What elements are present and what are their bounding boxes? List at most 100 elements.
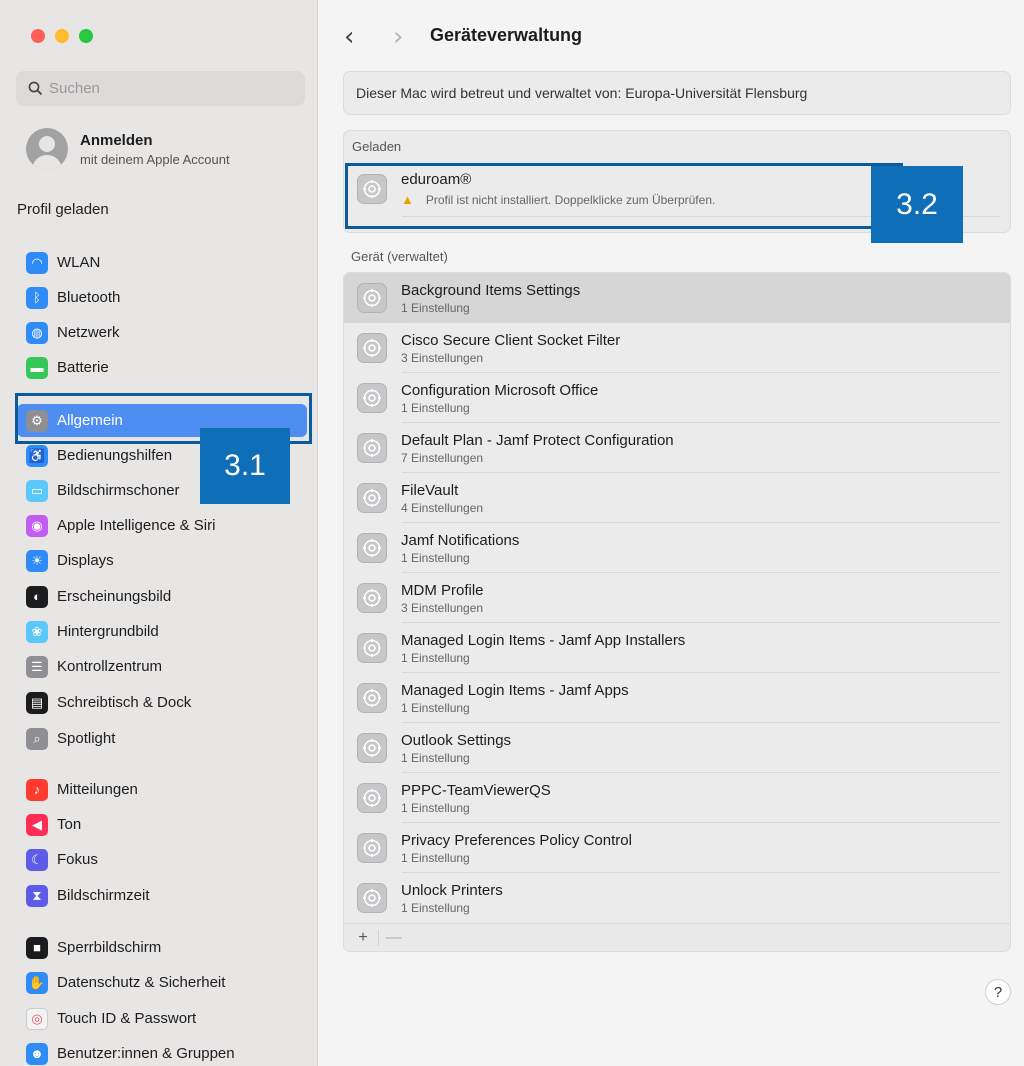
profile-row[interactable]: Managed Login Items - Jamf App Installer…: [344, 623, 1010, 673]
sidebar-item-label: Batterie: [57, 359, 109, 376]
profile-row[interactable]: Privacy Preferences Policy Control 1 Eins…: [344, 823, 1010, 873]
profile-name: Background Items Settings: [401, 281, 581, 299]
profile-row[interactable]: Outlook Settings 1 Einstellung: [344, 723, 1010, 773]
forward-button[interactable]: ›: [393, 22, 403, 52]
sidebar-item-label: Benutzer:innen & Gruppen: [57, 1045, 235, 1062]
profile-name: MDM Profile: [401, 581, 484, 599]
sidebar-item-label: Erscheinungsbild: [57, 588, 172, 605]
annotation-label-3-2: 3.2: [871, 166, 963, 243]
sidebar-item-fokus[interactable]: ☾ Fokus: [17, 843, 307, 876]
sidebar-item-label: Bildschirmzeit: [57, 887, 150, 904]
sidebar-item-label: Displays: [57, 552, 114, 569]
sidebar-item-kontrollzentrum[interactable]: ☰ Kontrollzentrum: [17, 650, 307, 683]
sidebar-item-displays[interactable]: ☀ Displays: [17, 544, 307, 577]
sidebar-item-label: Datenschutz & Sicherheit: [57, 974, 226, 991]
sidebar-item-label: Sperrbildschirm: [57, 939, 162, 956]
toggles-icon: ☰: [26, 655, 48, 678]
profile-name: Configuration Microsoft Office: [401, 381, 599, 399]
search-field[interactable]: [16, 71, 305, 106]
profile-gear-icon: [357, 283, 387, 313]
profile-settings-count: 1 Einstellung: [401, 400, 470, 415]
sidebar-item-label: Touch ID & Passwort: [57, 1010, 197, 1027]
remove-profile-button[interactable]: —: [383, 929, 405, 947]
minimize-window-button[interactable]: [55, 29, 69, 43]
sidebar-item-datenschutz-sicherheit[interactable]: ✋ Datenschutz & Sicherheit: [17, 966, 307, 999]
bell-icon: ♪: [26, 778, 48, 801]
profile-gear-icon: [357, 533, 387, 563]
profile-settings-count: 1 Einstellung: [401, 900, 470, 915]
profile-row[interactable]: Managed Login Items - Jamf Apps 1 Einstel…: [344, 673, 1010, 723]
profile-settings-count: 3 Einstellungen: [401, 600, 484, 615]
profile-loaded-label: Profil geladen: [17, 201, 109, 218]
sidebar-item-batterie[interactable]: ▬ Batterie: [17, 351, 307, 384]
close-window-button[interactable]: [31, 29, 45, 43]
profile-gear-icon: [357, 883, 387, 913]
profile-row[interactable]: Default Plan - Jamf Protect Configuratio…: [344, 423, 1010, 473]
profile-name: PPPC-TeamViewerQS: [401, 781, 551, 799]
search-icon: [28, 81, 43, 96]
sidebar-item-erscheinungsbild[interactable]: ◐ Erscheinungsbild: [17, 580, 307, 613]
profile-settings-count: 1 Einstellung: [401, 650, 470, 665]
flower-icon: ❀: [26, 620, 48, 643]
back-button[interactable]: ‹: [344, 22, 354, 52]
sidebar-item-apple-intelligence-siri[interactable]: ◉ Apple Intelligence & Siri: [17, 509, 307, 542]
bluetooth-icon: ᛒ: [26, 286, 48, 309]
profile-settings-count: 1 Einstellung: [401, 300, 470, 315]
accessibility-icon: ♿: [26, 444, 48, 467]
moon-icon: ☾: [26, 848, 48, 871]
sidebar-item-label: Mitteilungen: [57, 781, 138, 798]
sidebar-item-hintergrundbild[interactable]: ❀ Hintergrundbild: [17, 615, 307, 648]
dock-icon: ▤: [26, 691, 48, 714]
device-heading: Gerät (verwaltet): [351, 248, 448, 264]
account-subtitle: mit deinem Apple Account: [80, 151, 230, 167]
profile-row[interactable]: Background Items Settings 1 Einstellung: [344, 273, 1010, 323]
profile-row[interactable]: Jamf Notifications 1 Einstellung: [344, 523, 1010, 573]
sidebar-item-label: WLAN: [57, 254, 101, 271]
profile-gear-icon: [357, 833, 387, 863]
profile-row[interactable]: PPPC-TeamViewerQS 1 Einstellung: [344, 773, 1010, 823]
managed-by-banner: Dieser Mac wird betreut und verwaltet vo…: [343, 71, 1011, 115]
sidebar-item-bluetooth[interactable]: ᛒ Bluetooth: [17, 281, 307, 314]
sidebar-item-bildschirmzeit[interactable]: ⧗ Bildschirmzeit: [17, 879, 307, 912]
sidebar-item-spotlight[interactable]: ⌕ Spotlight: [17, 722, 307, 755]
loaded-heading: Geladen: [352, 138, 402, 154]
sidebar-item-wlan[interactable]: ◠ WLAN: [17, 246, 307, 279]
sidebar-item-schreibtisch-dock[interactable]: ▤ Schreibtisch & Dock: [17, 686, 307, 719]
sidebar-item-benutzer-innen-gruppen[interactable]: ☻ Benutzer:innen & Gruppen: [17, 1037, 307, 1066]
sidebar-item-touch-id-passwort[interactable]: ◎ Touch ID & Passwort: [17, 1002, 307, 1035]
profile-gear-icon: [357, 783, 387, 813]
profile-name: Managed Login Items - Jamf App Installer…: [401, 631, 686, 649]
profile-row[interactable]: FileVault 4 Einstellungen: [344, 473, 1010, 523]
search-input[interactable]: [49, 80, 289, 97]
help-button[interactable]: ?: [985, 979, 1011, 1005]
zoom-window-button[interactable]: [79, 29, 93, 43]
annotation-frame-3-2: [345, 163, 903, 229]
profile-settings-count: 1 Einstellung: [401, 800, 470, 815]
sidebar-item-label: Schreibtisch & Dock: [57, 694, 192, 711]
annotation-label-3-1: 3.1: [200, 428, 290, 504]
profile-row[interactable]: Cisco Secure Client Socket Filter 3 Einst…: [344, 323, 1010, 373]
sidebar-item-sperrbildschirm[interactable]: ■ Sperrbildschirm: [17, 931, 307, 964]
sidebar-item-label: Netzwerk: [57, 324, 120, 341]
sidebar-item-label: Fokus: [57, 851, 98, 868]
battery-icon: ▬: [26, 356, 48, 379]
profile-row[interactable]: MDM Profile 3 Einstellungen: [344, 573, 1010, 623]
add-profile-button[interactable]: +: [352, 929, 374, 947]
sidebar-item-label: Bluetooth: [57, 289, 121, 306]
profile-row[interactable]: Unlock Printers 1 Einstellung: [344, 873, 1010, 923]
sidebar-item-ton[interactable]: ◀ Ton: [17, 808, 307, 841]
profile-row[interactable]: Configuration Microsoft Office 1 Einstell…: [344, 373, 1010, 423]
profile-settings-count: 1 Einstellung: [401, 850, 470, 865]
profile-gear-icon: [357, 383, 387, 413]
page-title: Geräteverwaltung: [430, 25, 583, 45]
profile-settings-count: 1 Einstellung: [401, 750, 470, 765]
profile-settings-count: 4 Einstellungen: [401, 500, 484, 515]
sidebar-item-netzwerk[interactable]: ◍ Netzwerk: [17, 316, 307, 349]
profile-gear-icon: [357, 433, 387, 463]
profile-name: Outlook Settings: [401, 731, 512, 749]
profile-name: FileVault: [401, 481, 459, 499]
lock-icon: ■: [26, 936, 48, 959]
sidebar-item-mitteilungen[interactable]: ♪ Mitteilungen: [17, 773, 307, 806]
account-signin[interactable]: Anmelden mit deinem Apple Account: [26, 128, 230, 170]
sidebar-item-label: Kontrollzentrum: [57, 658, 163, 675]
